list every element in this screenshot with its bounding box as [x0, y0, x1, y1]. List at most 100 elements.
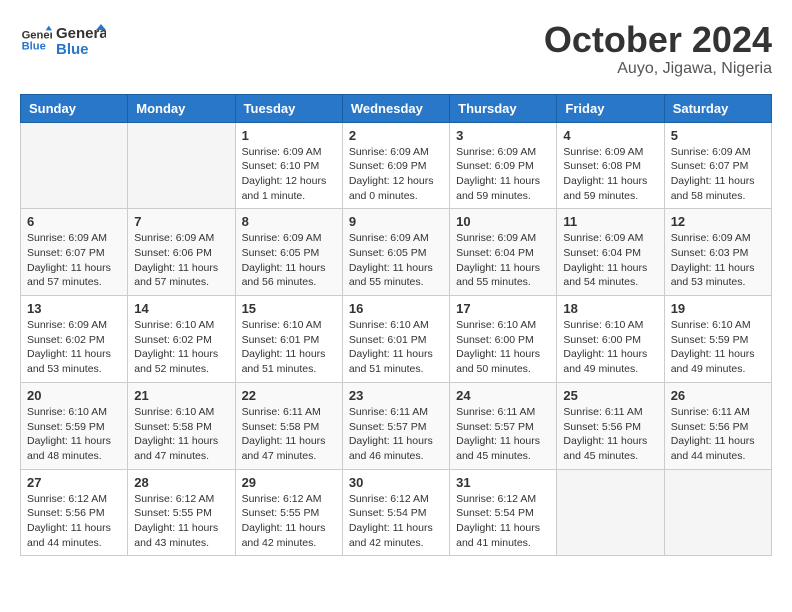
sunset-text: Sunset: 6:00 PM	[563, 333, 657, 348]
sunrise-text: Sunrise: 6:09 AM	[242, 231, 336, 246]
calendar-cell: 4Sunrise: 6:09 AMSunset: 6:08 PMDaylight…	[557, 122, 664, 209]
sunrise-text: Sunrise: 6:12 AM	[134, 492, 228, 507]
day-info: Sunrise: 6:10 AMSunset: 5:59 PMDaylight:…	[27, 405, 121, 464]
daylight-text: Daylight: 11 hours and 53 minutes.	[671, 261, 765, 290]
day-info: Sunrise: 6:09 AMSunset: 6:07 PMDaylight:…	[27, 231, 121, 290]
sunset-text: Sunset: 6:02 PM	[27, 333, 121, 348]
day-info: Sunrise: 6:12 AMSunset: 5:56 PMDaylight:…	[27, 492, 121, 551]
day-number: 22	[242, 388, 336, 403]
calendar-cell: 10Sunrise: 6:09 AMSunset: 6:04 PMDayligh…	[450, 209, 557, 296]
calendar-cell: 20 Sunrise: 6:10 AMSunset: 5:59 PMDayligh…	[21, 382, 128, 469]
sunset-text: Sunset: 5:57 PM	[456, 420, 550, 435]
calendar-cell: 29Sunrise: 6:12 AMSunset: 5:55 PMDayligh…	[235, 469, 342, 556]
title-area: October 2024 Auyo, Jigawa, Nigeria	[544, 20, 772, 78]
calendar-week-row: 6 Sunrise: 6:09 AMSunset: 6:07 PMDaylight…	[21, 209, 772, 296]
day-number: 21	[134, 388, 228, 403]
location: Auyo, Jigawa, Nigeria	[544, 60, 772, 78]
day-info: Sunrise: 6:09 AMSunset: 6:07 PMDaylight:…	[671, 145, 765, 204]
day-number: 20	[27, 388, 121, 403]
calendar-header: SundayMondayTuesdayWednesdayThursdayFrid…	[21, 94, 772, 122]
daylight-text: Daylight: 11 hours and 54 minutes.	[563, 261, 657, 290]
day-number: 1	[242, 128, 336, 143]
calendar-cell	[557, 469, 664, 556]
day-info: Sunrise: 6:11 AMSunset: 5:57 PMDaylight:…	[456, 405, 550, 464]
daylight-text: Daylight: 11 hours and 44 minutes.	[671, 434, 765, 463]
sunset-text: Sunset: 6:01 PM	[242, 333, 336, 348]
sunset-text: Sunset: 5:58 PM	[134, 420, 228, 435]
daylight-text: Daylight: 11 hours and 43 minutes.	[134, 521, 228, 550]
calendar-cell: 26Sunrise: 6:11 AMSunset: 5:56 PMDayligh…	[664, 382, 771, 469]
calendar-cell: 21 Sunrise: 6:10 AMSunset: 5:58 PMDayligh…	[128, 382, 235, 469]
day-number: 17	[456, 301, 550, 316]
calendar-cell: 24 Sunrise: 6:11 AMSunset: 5:57 PMDayligh…	[450, 382, 557, 469]
sunset-text: Sunset: 6:10 PM	[242, 159, 336, 174]
day-number: 6	[27, 214, 121, 229]
day-number: 19	[671, 301, 765, 316]
sunset-text: Sunset: 6:04 PM	[456, 246, 550, 261]
day-number: 2	[349, 128, 443, 143]
sunset-text: Sunset: 6:08 PM	[563, 159, 657, 174]
sunrise-text: Sunrise: 6:10 AM	[242, 318, 336, 333]
sunrise-text: Sunrise: 6:11 AM	[349, 405, 443, 420]
calendar-cell: 2Sunrise: 6:09 AMSunset: 6:09 PMDaylight…	[342, 122, 449, 209]
day-number: 23	[349, 388, 443, 403]
sunset-text: Sunset: 6:04 PM	[563, 246, 657, 261]
calendar-cell: 13Sunrise: 6:09 AMSunset: 6:02 PMDayligh…	[21, 296, 128, 383]
day-info: Sunrise: 6:11 AMSunset: 5:57 PMDaylight:…	[349, 405, 443, 464]
svg-text:Blue: Blue	[22, 41, 46, 53]
daylight-text: Daylight: 11 hours and 57 minutes.	[134, 261, 228, 290]
sunrise-text: Sunrise: 6:12 AM	[456, 492, 550, 507]
sunrise-text: Sunrise: 6:09 AM	[671, 231, 765, 246]
day-info: Sunrise: 6:10 AMSunset: 5:58 PMDaylight:…	[134, 405, 228, 464]
calendar-cell: 27 Sunrise: 6:12 AMSunset: 5:56 PMDayligh…	[21, 469, 128, 556]
sunset-text: Sunset: 6:05 PM	[242, 246, 336, 261]
sunset-text: Sunset: 6:06 PM	[134, 246, 228, 261]
day-info: Sunrise: 6:11 AMSunset: 5:56 PMDaylight:…	[563, 405, 657, 464]
sunset-text: Sunset: 6:07 PM	[671, 159, 765, 174]
calendar-body: 1Sunrise: 6:09 AMSunset: 6:10 PMDaylight…	[21, 122, 772, 556]
day-number: 28	[134, 475, 228, 490]
daylight-text: Daylight: 11 hours and 42 minutes.	[349, 521, 443, 550]
day-number: 24	[456, 388, 550, 403]
day-number: 11	[563, 214, 657, 229]
day-number: 18	[563, 301, 657, 316]
sunset-text: Sunset: 5:56 PM	[27, 506, 121, 521]
sunset-text: Sunset: 5:54 PM	[349, 506, 443, 521]
sunrise-text: Sunrise: 6:10 AM	[671, 318, 765, 333]
weekday-header: Friday	[557, 94, 664, 122]
calendar-week-row: 13Sunrise: 6:09 AMSunset: 6:02 PMDayligh…	[21, 296, 772, 383]
sunrise-text: Sunrise: 6:09 AM	[27, 231, 121, 246]
sunset-text: Sunset: 6:00 PM	[456, 333, 550, 348]
day-info: Sunrise: 6:10 AMSunset: 6:02 PMDaylight:…	[134, 318, 228, 377]
day-number: 27	[27, 475, 121, 490]
daylight-text: Daylight: 11 hours and 44 minutes.	[27, 521, 121, 550]
daylight-text: Daylight: 11 hours and 59 minutes.	[456, 174, 550, 203]
day-number: 15	[242, 301, 336, 316]
sunrise-text: Sunrise: 6:10 AM	[563, 318, 657, 333]
sunrise-text: Sunrise: 6:11 AM	[456, 405, 550, 420]
sunrise-text: Sunrise: 6:12 AM	[27, 492, 121, 507]
sunrise-text: Sunrise: 6:10 AM	[134, 318, 228, 333]
calendar-cell: 14Sunrise: 6:10 AMSunset: 6:02 PMDayligh…	[128, 296, 235, 383]
daylight-text: Daylight: 11 hours and 50 minutes.	[456, 347, 550, 376]
calendar-cell: 7Sunrise: 6:09 AMSunset: 6:06 PMDaylight…	[128, 209, 235, 296]
calendar-cell: 9Sunrise: 6:09 AMSunset: 6:05 PMDaylight…	[342, 209, 449, 296]
day-number: 5	[671, 128, 765, 143]
svg-text:General: General	[22, 29, 52, 41]
sunrise-text: Sunrise: 6:09 AM	[563, 231, 657, 246]
day-info: Sunrise: 6:12 AMSunset: 5:55 PMDaylight:…	[242, 492, 336, 551]
calendar-cell: 22Sunrise: 6:11 AMSunset: 5:58 PMDayligh…	[235, 382, 342, 469]
day-info: Sunrise: 6:12 AMSunset: 5:54 PMDaylight:…	[349, 492, 443, 551]
day-info: Sunrise: 6:09 AMSunset: 6:06 PMDaylight:…	[134, 231, 228, 290]
day-info: Sunrise: 6:10 AMSunset: 6:00 PMDaylight:…	[456, 318, 550, 377]
daylight-text: Daylight: 11 hours and 45 minutes.	[456, 434, 550, 463]
day-info: Sunrise: 6:11 AMSunset: 5:56 PMDaylight:…	[671, 405, 765, 464]
month-title: October 2024	[544, 20, 772, 60]
day-info: Sunrise: 6:09 AMSunset: 6:04 PMDaylight:…	[563, 231, 657, 290]
sunrise-text: Sunrise: 6:09 AM	[242, 145, 336, 160]
calendar-cell: 18Sunrise: 6:10 AMSunset: 6:00 PMDayligh…	[557, 296, 664, 383]
sunset-text: Sunset: 5:59 PM	[671, 333, 765, 348]
sunrise-text: Sunrise: 6:11 AM	[671, 405, 765, 420]
daylight-text: Daylight: 11 hours and 41 minutes.	[456, 521, 550, 550]
sunrise-text: Sunrise: 6:09 AM	[563, 145, 657, 160]
